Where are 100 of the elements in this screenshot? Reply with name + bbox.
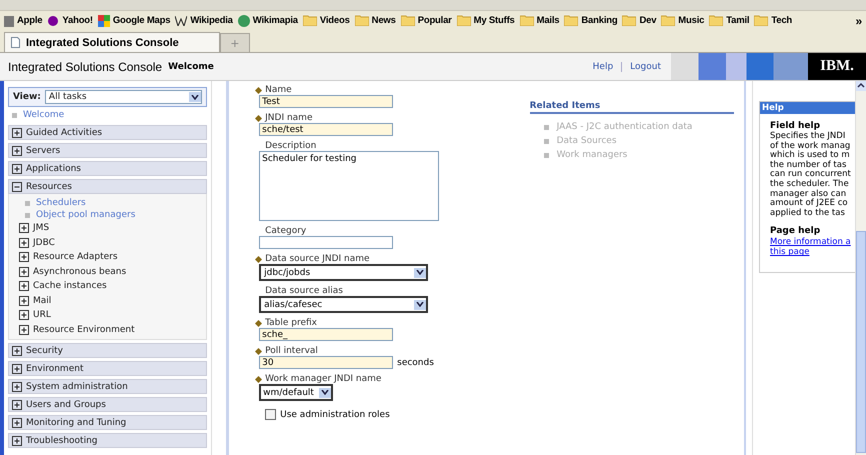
field-label: JNDI name xyxy=(265,113,312,123)
nav-item[interactable]: Asynchronous beans xyxy=(33,266,126,277)
nav-group[interactable]: Servers xyxy=(8,143,208,158)
dropdown[interactable]: jdbc/jobds xyxy=(259,264,428,281)
nav-group-label[interactable]: System administration xyxy=(26,382,128,392)
nav-group-label[interactable]: Guided Activities xyxy=(26,128,102,138)
bookmark-link[interactable]: Yahoo! xyxy=(62,15,93,26)
nav-group-label[interactable]: Monitoring and Tuning xyxy=(26,418,126,428)
required-marker-icon xyxy=(255,320,262,326)
scrollbar[interactable] xyxy=(855,81,866,455)
expand-icon[interactable] xyxy=(12,164,22,174)
folder-icon xyxy=(354,15,369,26)
bookmark-link[interactable]: Music xyxy=(678,15,704,26)
nav-group-label[interactable]: Resources xyxy=(26,182,72,192)
bookmark-link[interactable]: Apple xyxy=(17,15,42,26)
checkbox[interactable] xyxy=(265,409,276,420)
help-text: manager also can xyxy=(770,190,848,199)
expand-icon[interactable] xyxy=(12,436,22,446)
nav-item[interactable]: Cache instances xyxy=(33,281,107,292)
field-label: Table prefix xyxy=(265,318,318,328)
nav-group-label[interactable]: Users and Groups xyxy=(26,400,106,410)
dropdown[interactable]: wm/default xyxy=(259,384,334,401)
expand-icon[interactable] xyxy=(19,296,29,306)
nav-group[interactable]: Users and Groups xyxy=(8,397,208,412)
expand-icon[interactable] xyxy=(19,238,29,248)
nav-group-label[interactable]: Security xyxy=(26,346,63,356)
nav-item[interactable]: JMS xyxy=(33,223,50,234)
nav-group-label[interactable]: Servers xyxy=(26,146,60,156)
required-marker-icon xyxy=(255,114,262,122)
nav-link[interactable]: Schedulers xyxy=(36,198,86,208)
field-label: Name xyxy=(265,85,292,95)
expand-icon[interactable] xyxy=(12,128,22,138)
bookmark-link[interactable]: News xyxy=(372,15,396,26)
bookmark-link[interactable]: Mails xyxy=(536,15,560,26)
nav-item[interactable]: Resource Adapters xyxy=(33,252,118,262)
bookmark-link[interactable]: Google Maps xyxy=(112,15,170,26)
nav-group[interactable]: Resources xyxy=(8,179,208,194)
nav-group[interactable]: Security xyxy=(8,343,208,358)
nav-group[interactable]: Troubleshooting xyxy=(8,433,208,448)
expand-icon[interactable] xyxy=(12,364,22,374)
page-icon xyxy=(11,37,20,48)
expand-icon[interactable] xyxy=(12,146,22,156)
text-area[interactable]: Scheduler for testing xyxy=(259,151,440,221)
bookmark-link[interactable]: Popular xyxy=(418,15,452,26)
required-marker-icon xyxy=(255,256,262,262)
text-field[interactable]: sche_ xyxy=(259,328,394,341)
expand-icon[interactable] xyxy=(19,310,29,320)
bookmark-link[interactable]: Wikipedia xyxy=(190,15,233,26)
expand-icon[interactable] xyxy=(19,324,29,335)
nav-group[interactable]: Guided Activities xyxy=(8,125,208,140)
expand-icon[interactable] xyxy=(19,281,29,292)
bookmark-link[interactable]: Tech xyxy=(771,15,792,26)
nav-item[interactable]: Resource Environment xyxy=(33,324,135,335)
more-information-link[interactable]: this page xyxy=(770,247,855,258)
nav-group-label[interactable]: Applications xyxy=(26,164,81,174)
nav-group[interactable]: Monitoring and Tuning xyxy=(8,415,208,430)
expand-icon[interactable] xyxy=(12,418,22,428)
nav-group[interactable]: Applications xyxy=(8,161,208,176)
expand-icon[interactable] xyxy=(12,400,22,410)
collapse-icon[interactable] xyxy=(12,182,22,192)
bullet-icon xyxy=(25,200,30,206)
globe-icon xyxy=(238,14,250,26)
required-marker-icon xyxy=(255,86,262,94)
expand-icon[interactable] xyxy=(12,382,22,392)
dropdown[interactable]: alias/cafesec xyxy=(259,296,428,313)
scroll-up-arrow-icon[interactable] xyxy=(856,81,866,91)
header-link[interactable]: Help xyxy=(592,62,614,72)
nav-group-label[interactable]: Environment xyxy=(26,364,84,374)
nav-group-label[interactable]: Troubleshooting xyxy=(26,436,98,446)
help-text: applied to the tas xyxy=(770,208,846,218)
nav-group[interactable]: System administration xyxy=(8,379,208,394)
bookmark-link[interactable]: My Stuffs xyxy=(474,15,515,26)
expand-icon[interactable] xyxy=(19,266,29,277)
text-field[interactable]: sche/test xyxy=(259,123,394,136)
bookmarks-overflow-button[interactable]: » xyxy=(856,14,862,28)
nav-group[interactable]: Environment xyxy=(8,361,208,376)
view-dropdown[interactable]: All tasks xyxy=(44,90,202,104)
dropdown-arrow-icon xyxy=(414,300,426,310)
nav-item[interactable]: Mail xyxy=(33,296,52,306)
expand-icon[interactable] xyxy=(19,223,29,234)
text-field[interactable]: Test xyxy=(259,95,394,108)
welcome-link[interactable]: Welcome xyxy=(23,110,64,120)
bookmark-link[interactable]: Dev xyxy=(639,15,656,26)
bookmark-link[interactable]: Banking xyxy=(581,15,618,26)
bookmark-link[interactable]: Tamil xyxy=(726,15,750,26)
brand-logo: IBM. xyxy=(808,53,866,80)
text-field[interactable]: 30 xyxy=(259,356,394,369)
help-text: which is used to m xyxy=(770,151,851,160)
header-link[interactable]: Logout xyxy=(630,62,661,72)
folder-icon xyxy=(520,15,534,26)
expand-icon[interactable] xyxy=(19,252,29,262)
text-field[interactable] xyxy=(259,236,394,249)
nav-item[interactable]: URL xyxy=(33,310,51,320)
expand-icon[interactable] xyxy=(12,346,22,356)
bookmark-link[interactable]: Wikimapia xyxy=(252,15,298,26)
bookmark-link[interactable]: Videos xyxy=(320,15,350,26)
nav-link[interactable]: Object pool managers xyxy=(36,210,136,220)
nav-item[interactable]: JDBC xyxy=(33,238,55,248)
browser-tab[interactable]: Integrated Solutions Console xyxy=(4,32,220,52)
more-information-link[interactable]: More information a xyxy=(770,237,855,248)
